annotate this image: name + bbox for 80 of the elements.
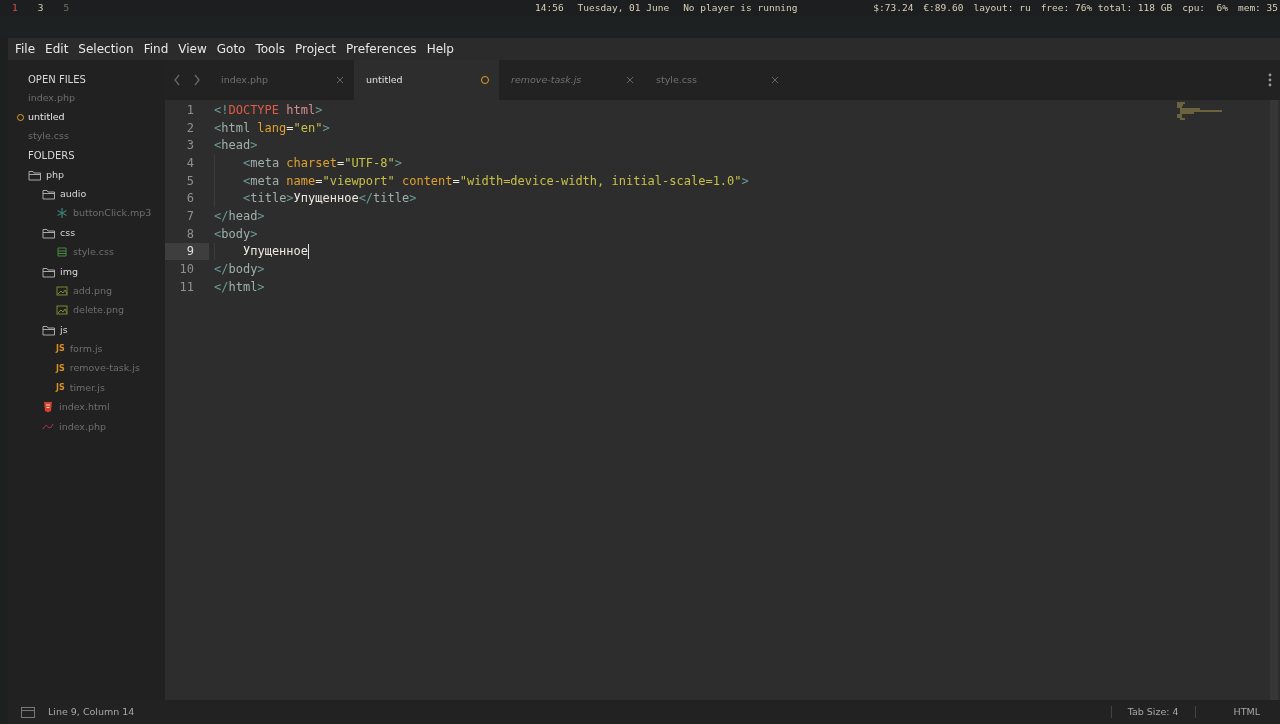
code-line: <!DOCTYPE html> <box>214 101 323 119</box>
folder-item[interactable]: css <box>8 223 165 243</box>
menu-item[interactable]: Preferences <box>341 40 422 58</box>
back-icon[interactable] <box>173 74 181 86</box>
menu-item[interactable]: Edit <box>40 40 74 58</box>
close-icon[interactable] <box>771 76 779 84</box>
code-line: <head> <box>214 137 258 155</box>
code-line: </head> <box>214 207 265 225</box>
code-line: Упущенное <box>243 242 310 261</box>
sidebar-entry[interactable]: JS timer.js <box>8 378 165 398</box>
code-line: <meta name="viewport" content="width=device-width, initial-scale=1.0"> <box>243 172 749 190</box>
open-document[interactable]: untitled <box>8 108 165 127</box>
line-number: 4 <box>185 154 195 172</box>
workspace-number[interactable]: 1 <box>12 0 18 16</box>
more-icon[interactable] <box>1268 73 1272 87</box>
file-type-label: JS <box>56 382 65 394</box>
code-line: <title>Упущенное</title> <box>243 190 417 208</box>
forward-icon[interactable] <box>193 74 201 86</box>
image-icon <box>56 304 68 317</box>
folder-icon <box>28 168 41 181</box>
workspace-number[interactable]: 3 <box>37 0 44 16</box>
file-type-label: JS <box>56 343 65 356</box>
text-cursor <box>308 243 310 259</box>
status-text: Tuesday, 01 June <box>577 0 670 15</box>
html-file-icon <box>42 401 54 414</box>
section-title: OPEN FILES <box>27 73 87 87</box>
tab[interactable]: untitled <box>354 60 499 100</box>
code-line: <html lang="en"> <box>214 119 330 137</box>
folder-icon <box>42 188 55 201</box>
close-icon[interactable] <box>336 76 344 84</box>
status-text: mem: 35 <box>1237 0 1278 15</box>
code-line: <body> <box>214 225 258 243</box>
panel-icon[interactable] <box>21 706 35 718</box>
image-icon <box>56 285 68 298</box>
status-text: No player is running <box>683 0 798 15</box>
line-number: 6 <box>185 190 195 208</box>
folder-icon <box>42 323 55 336</box>
menu-item[interactable]: File <box>10 40 41 58</box>
file-type-label: JS <box>56 362 65 375</box>
menu-item[interactable]: Goto <box>211 40 251 58</box>
line-number: 8 <box>185 225 195 243</box>
line-number: 5 <box>185 172 195 190</box>
folder-item[interactable]: php <box>8 165 165 185</box>
menu-item[interactable]: Project <box>290 40 342 58</box>
menu-item[interactable]: Selection <box>73 40 139 58</box>
status-text: 14:56 <box>535 0 564 15</box>
folder-icon <box>42 226 55 239</box>
folder-item[interactable]: img <box>8 261 165 282</box>
line-number: 1 <box>185 101 195 119</box>
menu-item[interactable]: Help <box>421 40 459 58</box>
workspace-number[interactable]: 5 <box>63 0 70 16</box>
menu-item[interactable]: Tools <box>250 40 290 58</box>
line-number: 2 <box>185 119 195 137</box>
stacked-file-icon <box>56 246 68 259</box>
asterisk-icon <box>56 207 68 220</box>
close-icon[interactable] <box>626 76 634 84</box>
menu-item[interactable]: View <box>173 40 212 58</box>
line-number: 3 <box>185 137 195 155</box>
folder-item[interactable]: audio <box>8 184 165 204</box>
folder-item[interactable]: js <box>8 320 165 340</box>
code-line: </html> <box>214 278 265 296</box>
line-number: 9 <box>165 242 209 261</box>
code-line: </body> <box>214 261 265 279</box>
status-text: €:89.60 <box>923 0 964 15</box>
line-number: 10 <box>178 261 195 278</box>
syntax-button[interactable]: HTML <box>1195 704 1280 720</box>
menu-item[interactable]: Find <box>138 40 174 58</box>
cursor-position: Line 9, Column 14 <box>48 704 135 719</box>
sidebar-entry[interactable]: JS form.js <box>8 339 165 359</box>
line-number: 7 <box>185 207 195 225</box>
status-text: $:73.24 <box>873 0 914 15</box>
line-number: 11 <box>178 278 195 296</box>
status-text: layout: ru <box>973 0 1031 15</box>
status-text: cpu: 6% <box>1182 0 1228 15</box>
sidebar-entry[interactable]: JS remove-task.js <box>8 358 165 379</box>
status-text: free: 76% total: 118 GB <box>1040 0 1173 15</box>
tab-size-button[interactable]: Tab Size: 4 <box>1111 704 1195 720</box>
section-title: FOLDERS <box>27 149 76 163</box>
folder-icon <box>42 265 55 278</box>
code-line: <meta charset="UTF-8"> <box>243 154 402 172</box>
